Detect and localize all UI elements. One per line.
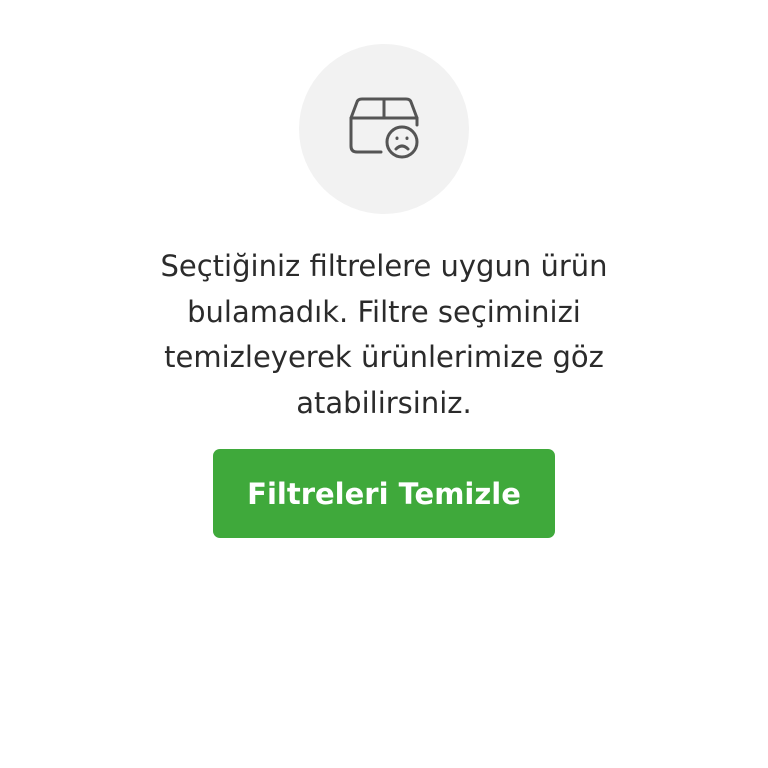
- empty-state-message: Seçtiğiniz filtrelere uygun ürün bulamad…: [160, 249, 608, 420]
- box-sad-face-icon: [349, 97, 419, 158]
- empty-icon-circle: [299, 44, 469, 214]
- clear-filters-button[interactable]: Filtreleri Temizle: [213, 449, 555, 538]
- empty-state: Seçtiğiniz filtrelere uygun ürün bulamad…: [0, 0, 768, 768]
